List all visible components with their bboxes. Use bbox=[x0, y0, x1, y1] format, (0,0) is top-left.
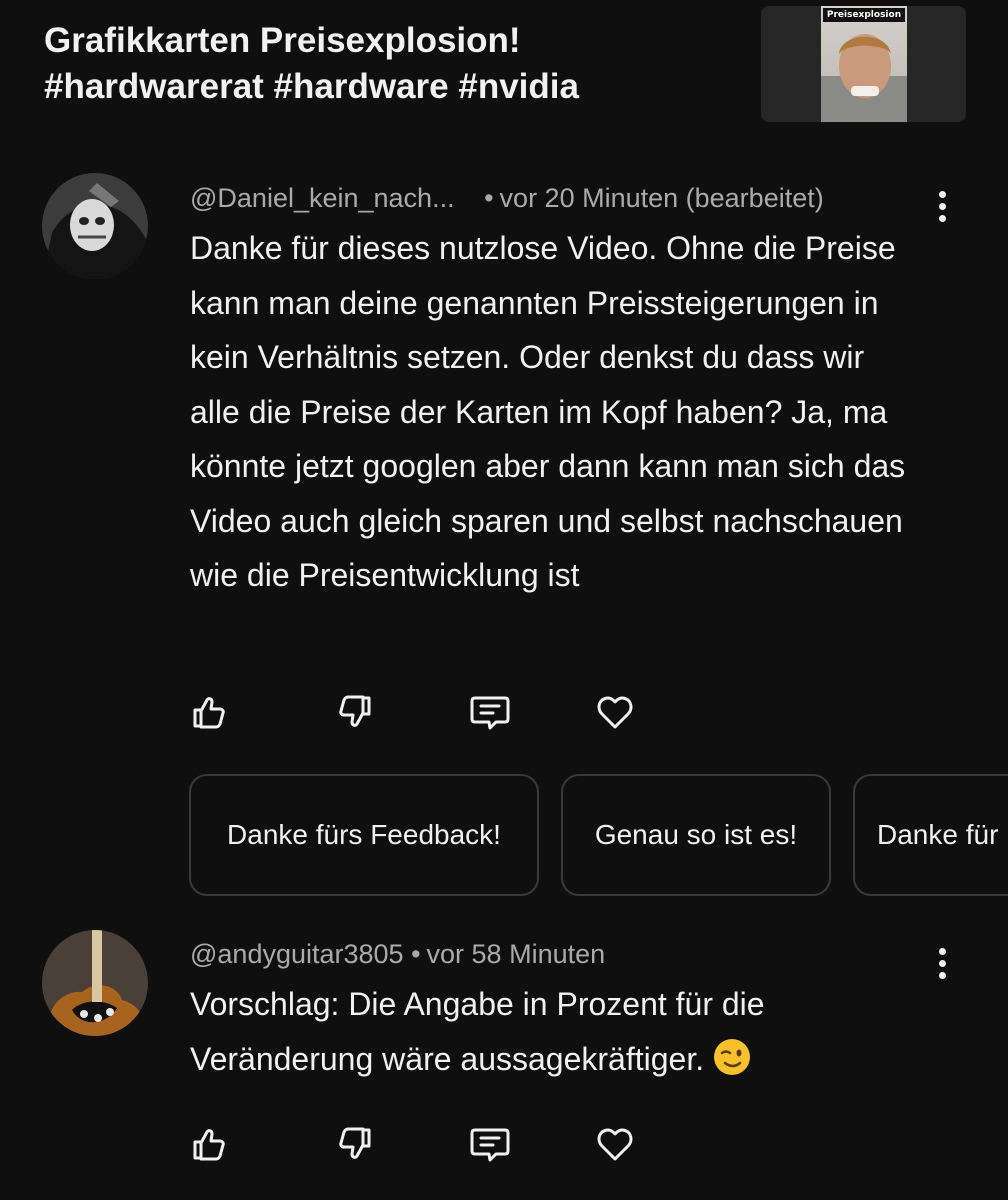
more-vertical-icon[interactable] bbox=[928, 943, 956, 983]
suggested-reply-chip[interactable]: Danke für bbox=[853, 774, 1008, 896]
comment-meta: @andyguitar3805 • vor 58 Minuten bbox=[190, 937, 605, 971]
thumbs-up-icon[interactable] bbox=[186, 690, 230, 734]
meta-separator: • bbox=[411, 939, 421, 969]
thumbs-down-icon[interactable] bbox=[334, 690, 378, 734]
thumbnail-caption: Preisexplosion bbox=[823, 8, 905, 22]
comment-actions bbox=[186, 1122, 666, 1166]
video-thumbnail[interactable]: Preisexplosion bbox=[761, 6, 966, 122]
comment-meta: @Daniel_kein_nach... • vor 20 Minuten (be… bbox=[190, 181, 824, 215]
heart-icon[interactable] bbox=[593, 690, 637, 734]
thumbs-up-icon[interactable] bbox=[186, 1122, 230, 1166]
comment-text: Danke für dieses nutzlose Video. Ohne di… bbox=[190, 230, 906, 593]
more-vertical-icon[interactable] bbox=[928, 186, 956, 226]
comment-author[interactable]: @Daniel_kein_nach... bbox=[190, 183, 455, 213]
reply-icon[interactable] bbox=[468, 690, 512, 734]
thumbnail-frame bbox=[821, 6, 907, 122]
comment-timestamp: vor 20 Minuten (bearbeitet) bbox=[499, 183, 824, 213]
video-title[interactable]: Grafikkarten Preisexplosion! #hardwarera… bbox=[44, 18, 744, 110]
suggested-replies: Danke fürs Feedback! Genau so ist es! Da… bbox=[189, 774, 1008, 900]
thumbnail-person-image bbox=[821, 34, 907, 122]
comments-page: Grafikkarten Preisexplosion! #hardwarera… bbox=[0, 0, 1008, 1200]
comment-actions bbox=[186, 690, 666, 734]
comment-author[interactable]: @andyguitar3805 bbox=[190, 939, 404, 969]
comment-timestamp: vor 58 Minuten bbox=[426, 939, 606, 969]
comment-text-block: Vorschlag: Die Angabe in Prozent für die… bbox=[190, 977, 920, 1086]
heart-icon[interactable] bbox=[593, 1122, 637, 1166]
comment-text: Vorschlag: Die Angabe in Prozent für die… bbox=[190, 986, 765, 1077]
video-title-line1: Grafikkarten Preisexplosion! bbox=[44, 21, 521, 60]
reply-icon[interactable] bbox=[468, 1122, 512, 1166]
suggested-reply-chip[interactable]: Danke fürs Feedback! bbox=[189, 774, 539, 896]
video-title-hashtags[interactable]: #hardwarerat #hardware #nvidia bbox=[44, 67, 579, 106]
meta-separator: • bbox=[484, 183, 494, 213]
masked-face-avatar-icon[interactable] bbox=[42, 173, 148, 279]
suggested-reply-chip[interactable]: Genau so ist es! bbox=[561, 774, 831, 896]
winking-face-emoji-icon bbox=[714, 1038, 750, 1075]
guitar-avatar-icon[interactable] bbox=[42, 930, 148, 1036]
thumbs-down-icon[interactable] bbox=[334, 1122, 378, 1166]
